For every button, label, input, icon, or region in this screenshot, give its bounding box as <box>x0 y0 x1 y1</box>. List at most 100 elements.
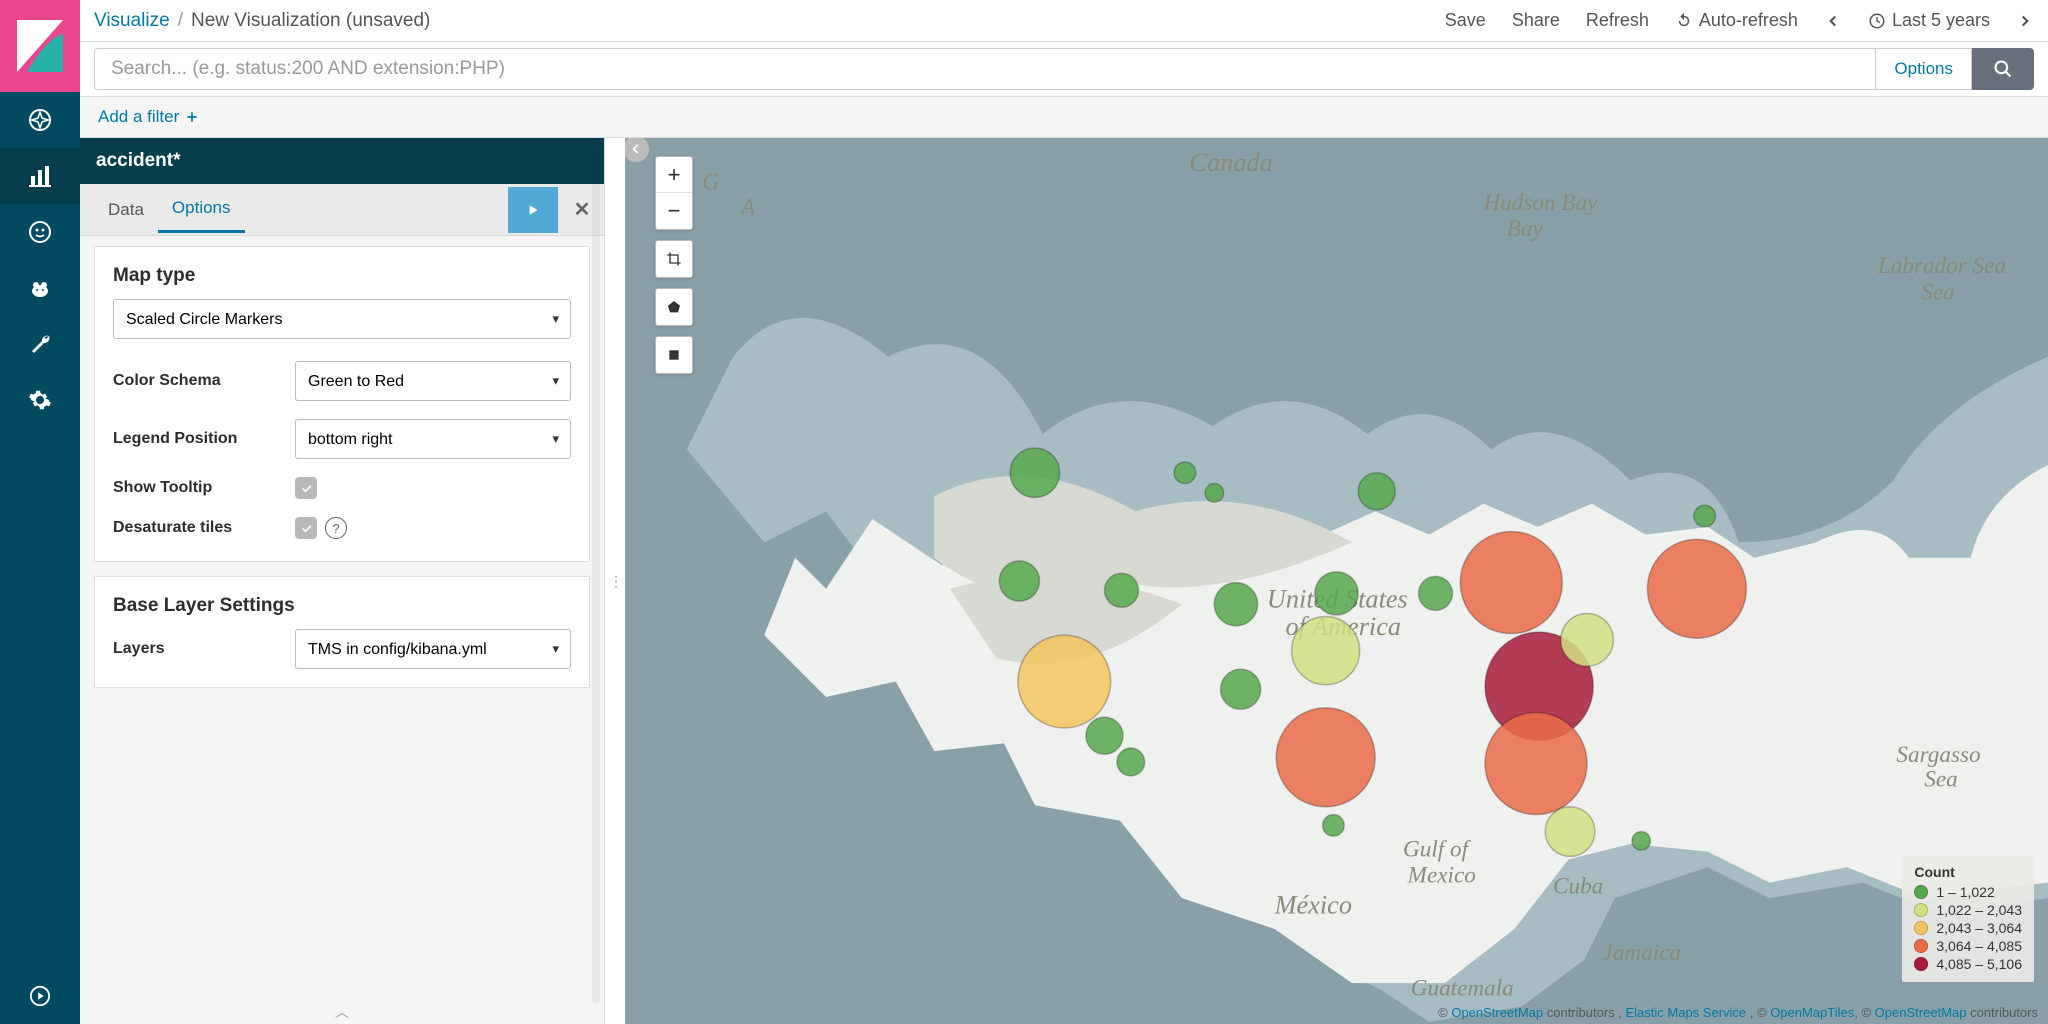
help-icon[interactable]: ? <box>325 517 347 539</box>
legend-position-label: Legend Position <box>113 430 283 448</box>
svg-text:Guatemala: Guatemala <box>1411 976 1514 1002</box>
legend-row: 4,085 – 5,106 <box>1914 956 2022 972</box>
svg-text:Hudson Bay: Hudson Bay <box>1482 190 1598 216</box>
nav-sidebar <box>0 0 80 1024</box>
map-marker[interactable] <box>1010 448 1059 497</box>
save-button[interactable]: Save <box>1445 10 1486 31</box>
search-icon <box>1993 59 2013 79</box>
map-marker[interactable] <box>1647 539 1746 638</box>
ems-link[interactable]: Elastic Maps Service <box>1626 1005 1747 1020</box>
search-input[interactable] <box>94 48 1876 90</box>
svg-text:Gulf of: Gulf of <box>1403 836 1472 862</box>
draw-polygon-button[interactable] <box>656 289 692 325</box>
nav-timelion[interactable] <box>0 260 80 316</box>
map-marker[interactable] <box>1205 484 1224 503</box>
svg-text:Sargasso: Sargasso <box>1896 742 1980 768</box>
map-marker[interactable] <box>1460 532 1562 634</box>
legend-label: 4,085 – 5,106 <box>1936 956 2022 972</box>
svg-text:Jamaica: Jamaica <box>1603 940 1682 966</box>
filter-bar: Add a filter <box>80 97 2048 138</box>
timerange-picker[interactable]: Last 5 years <box>1868 10 1990 31</box>
map-marker[interactable] <box>1694 505 1716 527</box>
kibana-logo[interactable] <box>0 0 80 92</box>
map-area[interactable]: + − Canada Hudson Bay <box>625 138 2048 1024</box>
map-marker[interactable] <box>1117 748 1145 776</box>
color-schema-select[interactable]: Green to Red <box>295 361 571 401</box>
legend-dot <box>1914 921 1928 935</box>
svg-text:G: G <box>702 170 719 196</box>
legend-position-select[interactable]: bottom right <box>295 419 571 459</box>
legend-row: 3,064 – 4,085 <box>1914 938 2022 954</box>
svg-text:Mexico: Mexico <box>1407 863 1476 889</box>
map-marker[interactable] <box>1632 832 1651 851</box>
nav-management[interactable] <box>0 372 80 428</box>
omt-link[interactable]: OpenMapTiles <box>1770 1005 1854 1020</box>
map-marker[interactable] <box>1485 712 1587 814</box>
map-marker[interactable] <box>1214 583 1257 626</box>
map-marker[interactable] <box>1220 669 1260 709</box>
apply-changes-button[interactable] <box>508 187 558 233</box>
tab-data[interactable]: Data <box>94 188 158 232</box>
map-marker[interactable] <box>1104 573 1138 607</box>
breadcrumb: Visualize / New Visualization (unsaved) <box>94 10 430 32</box>
index-pattern-header[interactable]: accident* <box>80 138 604 184</box>
map-marker[interactable] <box>1561 613 1614 666</box>
share-button[interactable]: Share <box>1512 10 1560 31</box>
map-marker[interactable] <box>1174 462 1196 484</box>
breadcrumb-visualize[interactable]: Visualize <box>94 10 170 32</box>
play-icon <box>525 202 541 218</box>
map-marker[interactable] <box>1276 708 1375 807</box>
osm-link-2[interactable]: OpenStreetMap <box>1875 1005 1967 1020</box>
draw-rectangle-button[interactable] <box>656 337 692 373</box>
svg-text:Sea: Sea <box>1921 279 1954 305</box>
map-marker[interactable] <box>1018 635 1111 728</box>
osm-link[interactable]: OpenStreetMap <box>1451 1005 1543 1020</box>
nav-dashboard[interactable] <box>0 204 80 260</box>
nav-discover[interactable] <box>0 92 80 148</box>
chevron-left-icon <box>1824 12 1842 30</box>
pentagon-icon <box>666 299 682 315</box>
map-marker[interactable] <box>1315 572 1358 615</box>
chevron-left-icon <box>629 142 643 156</box>
legend-dot <box>1914 885 1928 899</box>
map-marker[interactable] <box>999 561 1039 601</box>
square-icon <box>666 347 682 363</box>
nav-collapse[interactable] <box>0 968 80 1024</box>
tab-options[interactable]: Options <box>158 186 245 233</box>
timerange-next[interactable] <box>2016 12 2034 30</box>
nav-visualize[interactable] <box>0 148 80 204</box>
svg-text:Canada: Canada <box>1190 148 1273 177</box>
search-button[interactable] <box>1972 48 2034 90</box>
map-type-select[interactable]: Scaled Circle Markers <box>113 299 571 339</box>
legend-label: 2,043 – 3,064 <box>1936 920 2022 936</box>
fit-bounds-button[interactable] <box>656 241 692 277</box>
show-tooltip-label: Show Tooltip <box>113 479 283 497</box>
layers-select[interactable]: TMS in config/kibana.yml <box>295 629 571 669</box>
map-marker[interactable] <box>1358 473 1395 510</box>
search-options-button[interactable]: Options <box>1876 48 1972 90</box>
legend-label: 3,064 – 4,085 <box>1936 938 2022 954</box>
zoom-in-button[interactable]: + <box>656 157 692 193</box>
refresh-button[interactable]: Refresh <box>1586 10 1649 31</box>
search-row: Options <box>80 42 2048 97</box>
timerange-prev[interactable] <box>1824 12 1842 30</box>
svg-text:Labrador Sea: Labrador Sea <box>1877 253 2006 279</box>
show-tooltip-checkbox[interactable] <box>295 477 317 499</box>
svg-text:Cuba: Cuba <box>1553 873 1603 899</box>
map-marker[interactable] <box>1323 815 1345 837</box>
autorefresh-button[interactable]: Auto-refresh <box>1675 10 1798 31</box>
config-panel: accident* Data Options ✕ Map type <box>80 138 605 1024</box>
color-schema-label: Color Schema <box>113 372 283 390</box>
map-marker[interactable] <box>1086 717 1123 754</box>
panel-collapse-down[interactable]: ︿ <box>335 1002 349 1022</box>
desaturate-checkbox[interactable] <box>295 517 317 539</box>
topbar: Visualize / New Visualization (unsaved) … <box>80 0 2048 42</box>
map-marker[interactable] <box>1418 576 1452 610</box>
resize-handle[interactable]: ⋮ <box>605 138 625 1024</box>
map-marker[interactable] <box>1545 807 1594 856</box>
add-filter-button[interactable]: Add a filter <box>98 107 199 127</box>
zoom-out-button[interactable]: − <box>656 193 692 229</box>
map-marker[interactable] <box>1292 617 1360 685</box>
map-attribution: © OpenStreetMap contributors , Elastic M… <box>745 1005 2038 1020</box>
nav-devtools[interactable] <box>0 316 80 372</box>
